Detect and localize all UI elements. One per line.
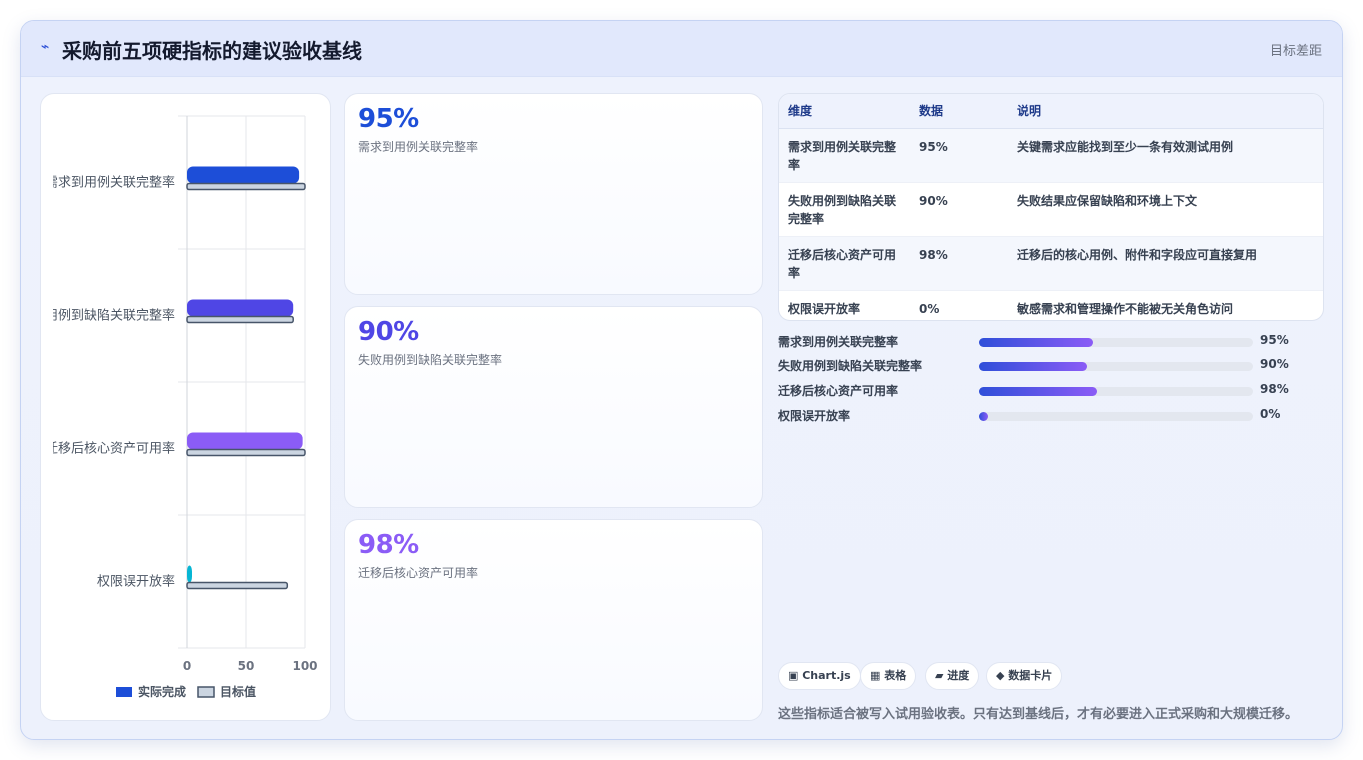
stat-value: 98% bbox=[358, 530, 419, 560]
progress-value: 98% bbox=[1260, 382, 1289, 396]
stat-label: 需求到用例关联完整率 bbox=[358, 140, 479, 154]
stat-value: 90% bbox=[358, 317, 419, 347]
actual-bar bbox=[187, 299, 294, 317]
bolt-icon: ⌁ bbox=[41, 39, 50, 55]
target-bar bbox=[186, 581, 289, 590]
column-header: 维度 bbox=[779, 94, 910, 129]
progress-fill bbox=[979, 338, 1093, 347]
header: ⌁ 采购前五项硬指标的建议验收基线 目标差距 bbox=[21, 21, 1342, 77]
table-cell: 0% bbox=[919, 301, 940, 316]
stat-card-1: 95% 需求到用例关联完整率 bbox=[344, 93, 763, 295]
progress-fill bbox=[979, 387, 1097, 396]
dashboard-card: ⌁ 采购前五项硬指标的建议验收基线 目标差距 需求到用例关联完整率失败用例到缺陷… bbox=[20, 20, 1343, 740]
table-cell: 98% bbox=[910, 236, 1008, 291]
gap-label: 目标差距 bbox=[1269, 44, 1322, 59]
table-cell: 关键需求应能找到至少一条有效测试用例 bbox=[1008, 128, 1323, 183]
footnote: 这些指标适合被写入试用验收表。只有达到基线后，才有必要进入正式采购和大规模迁移。 bbox=[778, 707, 1299, 722]
progress-value: 0% bbox=[1260, 407, 1281, 421]
x-tick-label: 50 bbox=[238, 659, 255, 673]
chip-progress[interactable]: ▰ 进度 bbox=[925, 662, 980, 690]
progress-label: 需求到用例关联完整率 bbox=[778, 335, 899, 349]
progress-fill bbox=[979, 362, 1087, 371]
table-cell: 迁移后的核心用例、附件和字段应可直接复用 bbox=[1008, 236, 1323, 291]
column-header: 说明 bbox=[1008, 94, 1323, 129]
table-cell: 敏感需求和管理操作不能被无关角色访问 bbox=[1017, 301, 1234, 316]
stat-value: 95% bbox=[358, 104, 419, 134]
progress-row: 迁移后核心资产可用率 98% bbox=[778, 382, 1324, 400]
target-bar bbox=[186, 448, 306, 457]
bar-chart: 需求到用例关联完整率失败用例到缺陷关联完整率迁移后核心资产可用率权限误开放率 0 5… bbox=[41, 115, 318, 699]
category-label: 迁移后核心资产可用率 bbox=[45, 441, 175, 457]
category-label: 失败用例到缺陷关联完整率 bbox=[41, 308, 175, 324]
table-row: 失败用例到缺陷关联完整率 90% 失败结果应保留缺陷和环境上下文 bbox=[779, 182, 1323, 237]
table-cell: 失败结果应保留缺陷和环境上下文 bbox=[1008, 182, 1323, 237]
stat-label: 迁移后核心资产可用率 bbox=[358, 566, 479, 580]
progress-label: 失败用例到缺陷关联完整率 bbox=[778, 359, 923, 373]
table-header-row: 维度 数据 说明 bbox=[779, 94, 1323, 129]
table-cell: 权限误开放率 bbox=[788, 301, 861, 316]
table-row: 权限误开放率 0% 敏感需求和管理操作不能被无关角色访问 bbox=[779, 290, 1323, 320]
actual-bar bbox=[187, 432, 303, 450]
table-row: 迁移后核心资产可用率 98% 迁移后的核心用例、附件和字段应可直接复用 bbox=[779, 236, 1323, 291]
column-header: 数据 bbox=[910, 94, 1008, 129]
category-label: 需求到用例关联完整率 bbox=[45, 175, 175, 191]
table-cell: 90% bbox=[910, 182, 1008, 237]
actual-bar bbox=[187, 565, 192, 583]
progress-track bbox=[979, 412, 1253, 421]
legend-label-actual: 实际完成 bbox=[138, 684, 186, 699]
target-bar bbox=[186, 182, 306, 191]
progress-track bbox=[979, 387, 1253, 396]
metrics-table-panel: 维度 数据 说明 需求到用例关联完整率 95% 关键需求应能找到至少一条有效测试… bbox=[778, 93, 1324, 321]
progress-label: 权限误开放率 bbox=[778, 409, 851, 423]
chip-chartjs[interactable]: ▣ Chart.js bbox=[778, 662, 861, 690]
actual-bar bbox=[187, 166, 300, 184]
table-cell: 迁移后核心资产可用率 bbox=[779, 236, 910, 291]
progress-value: 90% bbox=[1260, 357, 1289, 371]
table-cell: 需求到用例关联完整率 bbox=[779, 128, 910, 183]
progress-row: 失败用例到缺陷关联完整率 90% bbox=[778, 357, 1324, 375]
stat-card-3: 98% 迁移后核心资产可用率 bbox=[344, 519, 763, 721]
stat-label: 失败用例到缺陷关联完整率 bbox=[358, 353, 503, 367]
stat-card-2: 90% 失败用例到缺陷关联完整率 bbox=[344, 306, 763, 508]
metrics-table: 维度 数据 说明 需求到用例关联完整率 95% 关键需求应能找到至少一条有效测试… bbox=[779, 94, 1323, 320]
legend-label-target: 目标值 bbox=[220, 684, 256, 699]
progress-row: 权限误开放率 0% bbox=[778, 407, 1324, 425]
progress-label: 迁移后核心资产可用率 bbox=[778, 384, 899, 398]
category-label: 权限误开放率 bbox=[97, 574, 175, 590]
x-tick-label: 100 bbox=[292, 659, 317, 673]
progress-track bbox=[979, 338, 1253, 347]
bar-chart-panel: 需求到用例关联完整率失败用例到缺陷关联完整率迁移后核心资产可用率权限误开放率 0 5… bbox=[40, 93, 331, 721]
chip-data-cards[interactable]: ◆ 数据卡片 bbox=[986, 662, 1063, 690]
x-tick-label: 0 bbox=[183, 659, 191, 673]
page-title: 采购前五项硬指标的建议验收基线 bbox=[62, 39, 362, 63]
legend-swatch-actual bbox=[116, 687, 132, 697]
chip-table[interactable]: ▦ 表格 bbox=[860, 662, 917, 690]
progress-track bbox=[979, 362, 1253, 371]
progress-value: 95% bbox=[1260, 333, 1289, 347]
table-cell: 失败用例到缺陷关联完整率 bbox=[779, 182, 910, 237]
table-row: 需求到用例关联完整率 95% 关键需求应能找到至少一条有效测试用例 bbox=[779, 128, 1323, 183]
target-bar bbox=[186, 315, 294, 324]
legend-swatch-target bbox=[197, 686, 215, 698]
progress-row: 需求到用例关联完整率 95% bbox=[778, 333, 1324, 351]
progress-fill bbox=[979, 412, 988, 421]
table-cell: 95% bbox=[910, 128, 1008, 183]
